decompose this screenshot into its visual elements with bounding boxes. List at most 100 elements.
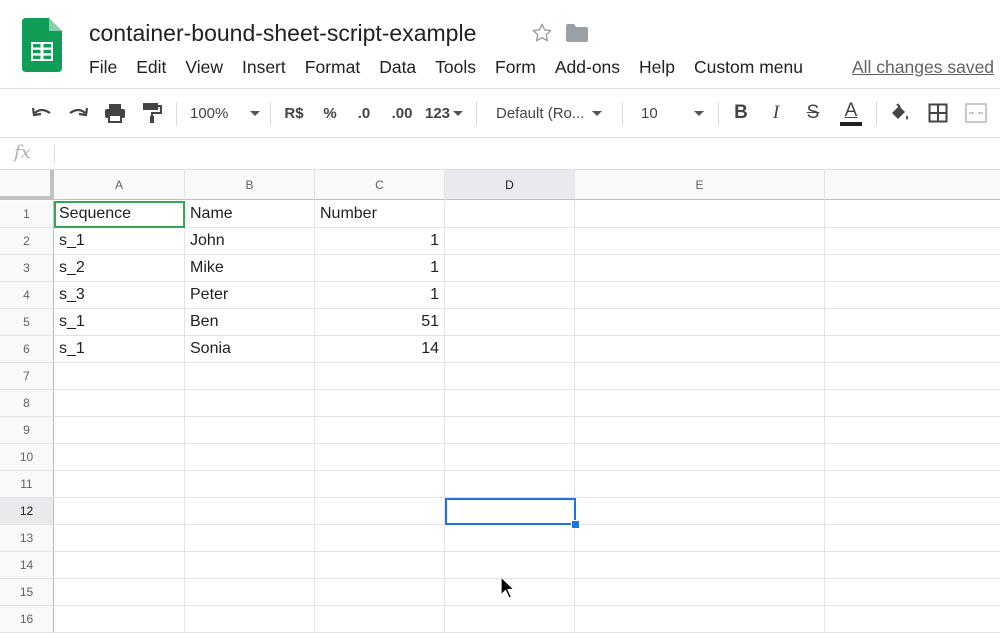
- currency-format-button[interactable]: R$: [280, 89, 308, 137]
- paint-format-button[interactable]: [138, 89, 166, 137]
- grid-cell[interactable]: [54, 471, 185, 498]
- font-family-select[interactable]: Default (Ro...: [496, 89, 612, 137]
- grid-cell[interactable]: [825, 363, 1000, 390]
- grid-cell[interactable]: [315, 390, 445, 417]
- grid-cell[interactable]: [185, 363, 315, 390]
- column-header-e[interactable]: E: [575, 170, 825, 200]
- cell-a6[interactable]: s_1: [54, 336, 185, 363]
- grid-cell[interactable]: [54, 444, 185, 471]
- percent-format-button[interactable]: %: [316, 89, 344, 137]
- grid-cell[interactable]: [575, 579, 825, 606]
- grid-cell[interactable]: [185, 498, 315, 525]
- grid-cell[interactable]: [185, 444, 315, 471]
- cell-a5[interactable]: s_1: [54, 309, 185, 336]
- grid-cell[interactable]: [445, 390, 575, 417]
- cell-a3[interactable]: s_2: [54, 255, 185, 282]
- grid-cell[interactable]: [575, 309, 825, 336]
- cell-b4[interactable]: Peter: [185, 282, 315, 309]
- grid-cell[interactable]: [315, 471, 445, 498]
- grid-cell[interactable]: [315, 444, 445, 471]
- cell-a2[interactable]: s_1: [54, 228, 185, 255]
- bold-button[interactable]: B: [728, 89, 754, 137]
- row-header-12[interactable]: 12: [0, 498, 54, 525]
- grid-cell[interactable]: [825, 255, 1000, 282]
- grid-cell[interactable]: [825, 309, 1000, 336]
- cell-c5[interactable]: 51: [315, 309, 445, 336]
- row-header-1[interactable]: 1: [0, 201, 54, 228]
- grid-cell[interactable]: [575, 282, 825, 309]
- cell-a1[interactable]: Sequence: [54, 201, 185, 228]
- cell-c4[interactable]: 1: [315, 282, 445, 309]
- grid-cell[interactable]: [185, 417, 315, 444]
- column-header-c[interactable]: C: [315, 170, 445, 200]
- borders-button[interactable]: [924, 89, 952, 137]
- row-header-15[interactable]: 15: [0, 579, 54, 606]
- grid-cell[interactable]: [445, 255, 575, 282]
- grid-cell[interactable]: [445, 309, 575, 336]
- merge-cells-button[interactable]: [962, 89, 990, 137]
- row-header-3[interactable]: 3: [0, 255, 54, 282]
- column-header-b[interactable]: B: [185, 170, 315, 200]
- menu-format[interactable]: Format: [294, 54, 368, 80]
- grid-cell[interactable]: [54, 606, 185, 633]
- grid-cell[interactable]: [575, 498, 825, 525]
- grid-cell[interactable]: [54, 390, 185, 417]
- grid-cell[interactable]: [575, 363, 825, 390]
- menu-form[interactable]: Form: [484, 54, 544, 80]
- row-header-13[interactable]: 13: [0, 525, 54, 552]
- grid-cell[interactable]: [825, 201, 1000, 228]
- grid-cell[interactable]: [825, 552, 1000, 579]
- menu-data[interactable]: Data: [368, 54, 424, 80]
- grid-cell[interactable]: [54, 525, 185, 552]
- grid-cell[interactable]: [445, 201, 575, 228]
- grid-cell[interactable]: [445, 228, 575, 255]
- grid-cell[interactable]: [54, 363, 185, 390]
- grid-cell[interactable]: [445, 363, 575, 390]
- grid-cell[interactable]: [575, 417, 825, 444]
- grid-cell[interactable]: [575, 228, 825, 255]
- grid-cell[interactable]: [185, 390, 315, 417]
- grid-cell[interactable]: [445, 444, 575, 471]
- grid-cell[interactable]: [825, 525, 1000, 552]
- grid-cell[interactable]: [315, 417, 445, 444]
- cell-c2[interactable]: 1: [315, 228, 445, 255]
- row-header-11[interactable]: 11: [0, 471, 54, 498]
- sheets-logo-icon[interactable]: [22, 18, 62, 72]
- decrease-decimal-button[interactable]: .0: [350, 89, 378, 137]
- document-title[interactable]: container-bound-sheet-script-example: [89, 19, 476, 47]
- grid-cell[interactable]: [575, 255, 825, 282]
- select-all-corner[interactable]: [0, 170, 54, 200]
- grid-cell[interactable]: [825, 336, 1000, 363]
- grid-cell[interactable]: [825, 390, 1000, 417]
- menu-insert[interactable]: Insert: [231, 54, 294, 80]
- grid-cell[interactable]: [575, 444, 825, 471]
- grid-cell[interactable]: [825, 444, 1000, 471]
- grid-cell[interactable]: [825, 417, 1000, 444]
- grid-cell[interactable]: [825, 282, 1000, 309]
- cell-b3[interactable]: Mike: [185, 255, 315, 282]
- number-format-select[interactable]: 123: [422, 89, 466, 137]
- cell-b5[interactable]: Ben: [185, 309, 315, 336]
- save-status-link[interactable]: All changes saved: [852, 54, 994, 80]
- grid-cell[interactable]: [445, 498, 575, 525]
- menu-view[interactable]: View: [174, 54, 231, 80]
- grid-cell[interactable]: [185, 471, 315, 498]
- grid-cell[interactable]: [315, 525, 445, 552]
- menu-help[interactable]: Help: [628, 54, 683, 80]
- row-header-16[interactable]: 16: [0, 606, 54, 633]
- grid-cell[interactable]: [445, 606, 575, 633]
- grid-cell[interactable]: [315, 363, 445, 390]
- grid-cell[interactable]: [54, 417, 185, 444]
- grid-cell[interactable]: [185, 525, 315, 552]
- grid-cell[interactable]: [825, 579, 1000, 606]
- grid-cell[interactable]: [575, 336, 825, 363]
- grid-cell[interactable]: [575, 606, 825, 633]
- print-button[interactable]: [101, 89, 129, 137]
- cell-c1[interactable]: Number: [315, 201, 445, 228]
- grid-cell[interactable]: [445, 417, 575, 444]
- grid-cell[interactable]: [315, 606, 445, 633]
- grid-cell[interactable]: [825, 228, 1000, 255]
- grid-cell[interactable]: [575, 471, 825, 498]
- grid-cell[interactable]: [575, 390, 825, 417]
- row-header-9[interactable]: 9: [0, 417, 54, 444]
